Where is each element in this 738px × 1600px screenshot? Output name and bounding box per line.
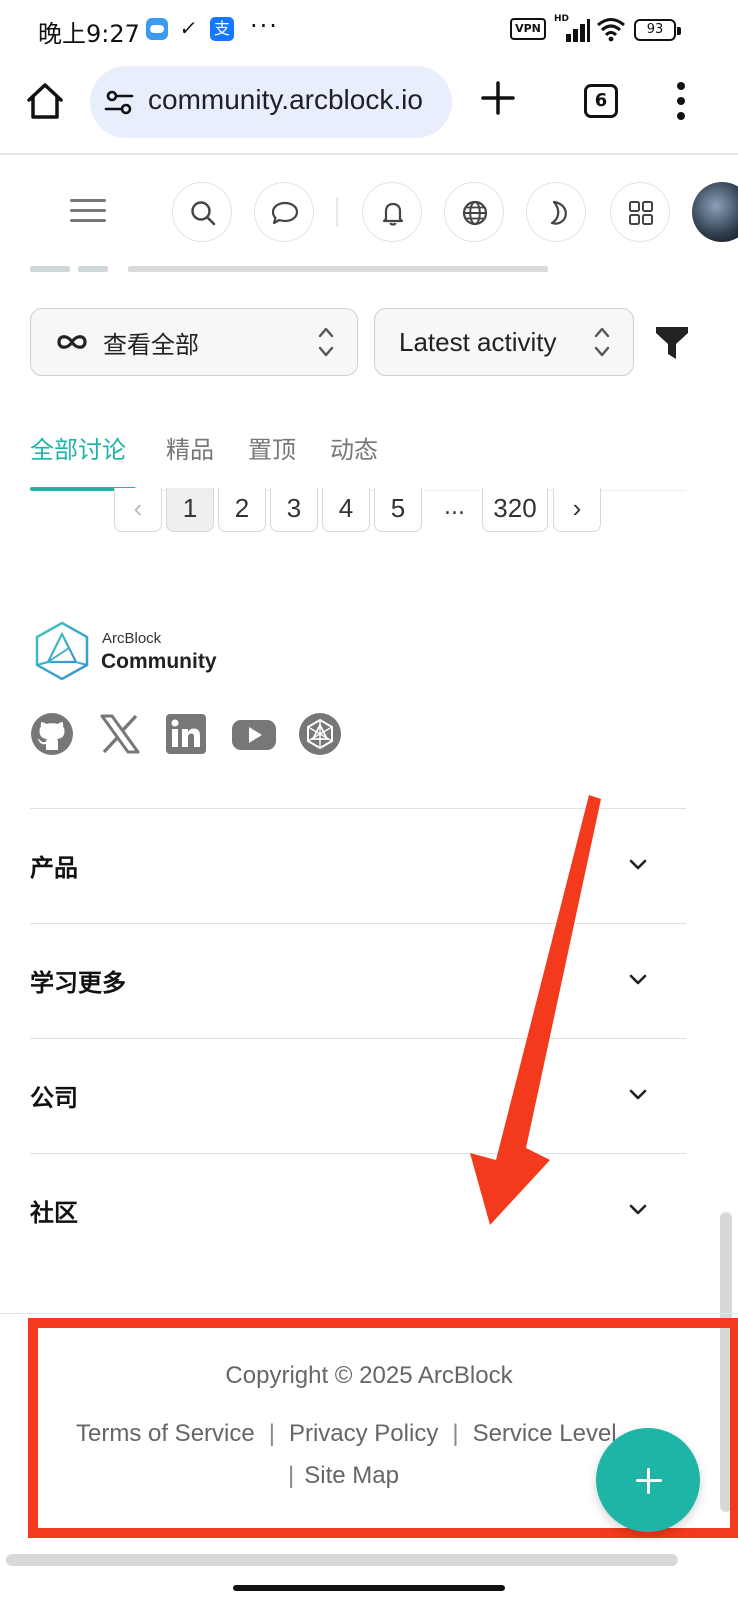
chat-icon [271,201,299,225]
globe-icon [462,200,488,226]
theme-toggle-button[interactable] [526,182,586,242]
divider [30,1153,686,1154]
hd-label: HD [554,14,570,24]
gesture-handle[interactable] [233,1585,505,1591]
sort-select-label: Latest activity [399,327,557,357]
check-icon: ✓ [178,16,200,40]
x-icon[interactable] [98,712,142,756]
page-button-last[interactable]: 320 [482,488,548,532]
chevron-down-icon[interactable] [628,858,648,872]
accordion-company[interactable]: 公司 [30,1078,78,1113]
accordion-learn-more[interactable]: 学习更多 [30,963,126,998]
moon-icon [550,200,567,225]
browser-menu-icon[interactable] [674,82,688,122]
address-bar[interactable]: community.arcblock.io [90,66,452,138]
filter-icon[interactable] [654,324,690,362]
chat-button[interactable] [254,182,314,242]
brand-product: Community [101,650,217,673]
signal-icon: HD [554,14,590,44]
updown-chevron-icon [594,327,610,357]
page-button[interactable]: 2 [218,488,266,532]
divider [30,1038,686,1039]
cloud-icon [146,18,168,40]
page-button[interactable]: 4 [322,488,370,532]
updown-chevron-icon [318,327,334,357]
chevron-down-icon[interactable] [628,1203,648,1217]
notifications-button[interactable] [362,182,422,242]
prev-page-button[interactable]: ‹ [114,488,162,532]
page-button[interactable]: 1 [166,488,214,532]
arcblock-social-icon[interactable] [298,712,342,756]
page-ellipsis: ... [444,495,465,520]
tab-all-discussions[interactable]: 全部讨论 [30,430,126,465]
site-settings-icon[interactable] [104,88,134,118]
tab-pinned[interactable]: 置顶 [248,430,296,465]
vpn-icon: VPN [510,18,546,40]
tab-activity[interactable]: 动态 [330,430,378,465]
apps-button[interactable] [610,182,670,242]
status-bar: 晚上9:27 ✓ 支 ··· VPN HD 93 [0,0,738,62]
infinity-icon [57,335,87,349]
brand-name: ArcBlock [102,630,162,647]
apps-grid-icon [629,201,653,225]
footer-divider [0,1313,738,1314]
new-post-fab-button[interactable] [596,1428,700,1532]
browser-toolbar: community.arcblock.io 6 [0,62,738,154]
github-icon[interactable] [30,712,74,756]
new-tab-icon[interactable] [480,80,516,116]
url-text[interactable]: community.arcblock.io [148,84,423,116]
youtube-icon[interactable] [230,712,278,756]
battery-icon: 93 [634,19,681,41]
tab-switcher-button[interactable]: 6 [584,84,618,118]
page-button[interactable]: 3 [270,488,318,532]
chevron-down-icon[interactable] [628,1088,648,1102]
bell-icon [382,202,404,226]
avatar[interactable] [692,182,738,242]
language-button[interactable] [444,182,504,242]
accordion-products[interactable]: 产品 [30,848,78,883]
divider [30,923,686,924]
scope-select[interactable]: 查看全部 [30,308,358,376]
search-button[interactable] [172,182,232,242]
status-time: 晚上9:27 [38,20,140,48]
chevron-down-icon[interactable] [628,973,648,987]
hamburger-menu-icon[interactable] [70,197,106,225]
sort-select[interactable]: Latest activity [374,308,634,376]
tab-featured[interactable]: 精品 [166,430,214,465]
arcblock-logo [35,621,89,681]
divider [30,808,686,809]
alipay-icon: 支 [210,17,234,41]
home-icon[interactable] [24,80,66,122]
wifi-icon [597,18,625,42]
page-button[interactable]: 5 [374,488,422,532]
next-page-button[interactable]: › [553,488,601,532]
scrolled-content-edge [0,266,738,278]
search-icon [191,201,216,226]
horizontal-scrollbar[interactable] [6,1554,678,1566]
site-header [0,155,738,265]
more-notifications-icon: ··· [250,12,279,40]
header-separator [336,197,338,227]
accordion-community[interactable]: 社区 [30,1193,78,1228]
scope-select-label: 查看全部 [103,331,199,359]
linkedin-icon[interactable] [164,712,208,756]
